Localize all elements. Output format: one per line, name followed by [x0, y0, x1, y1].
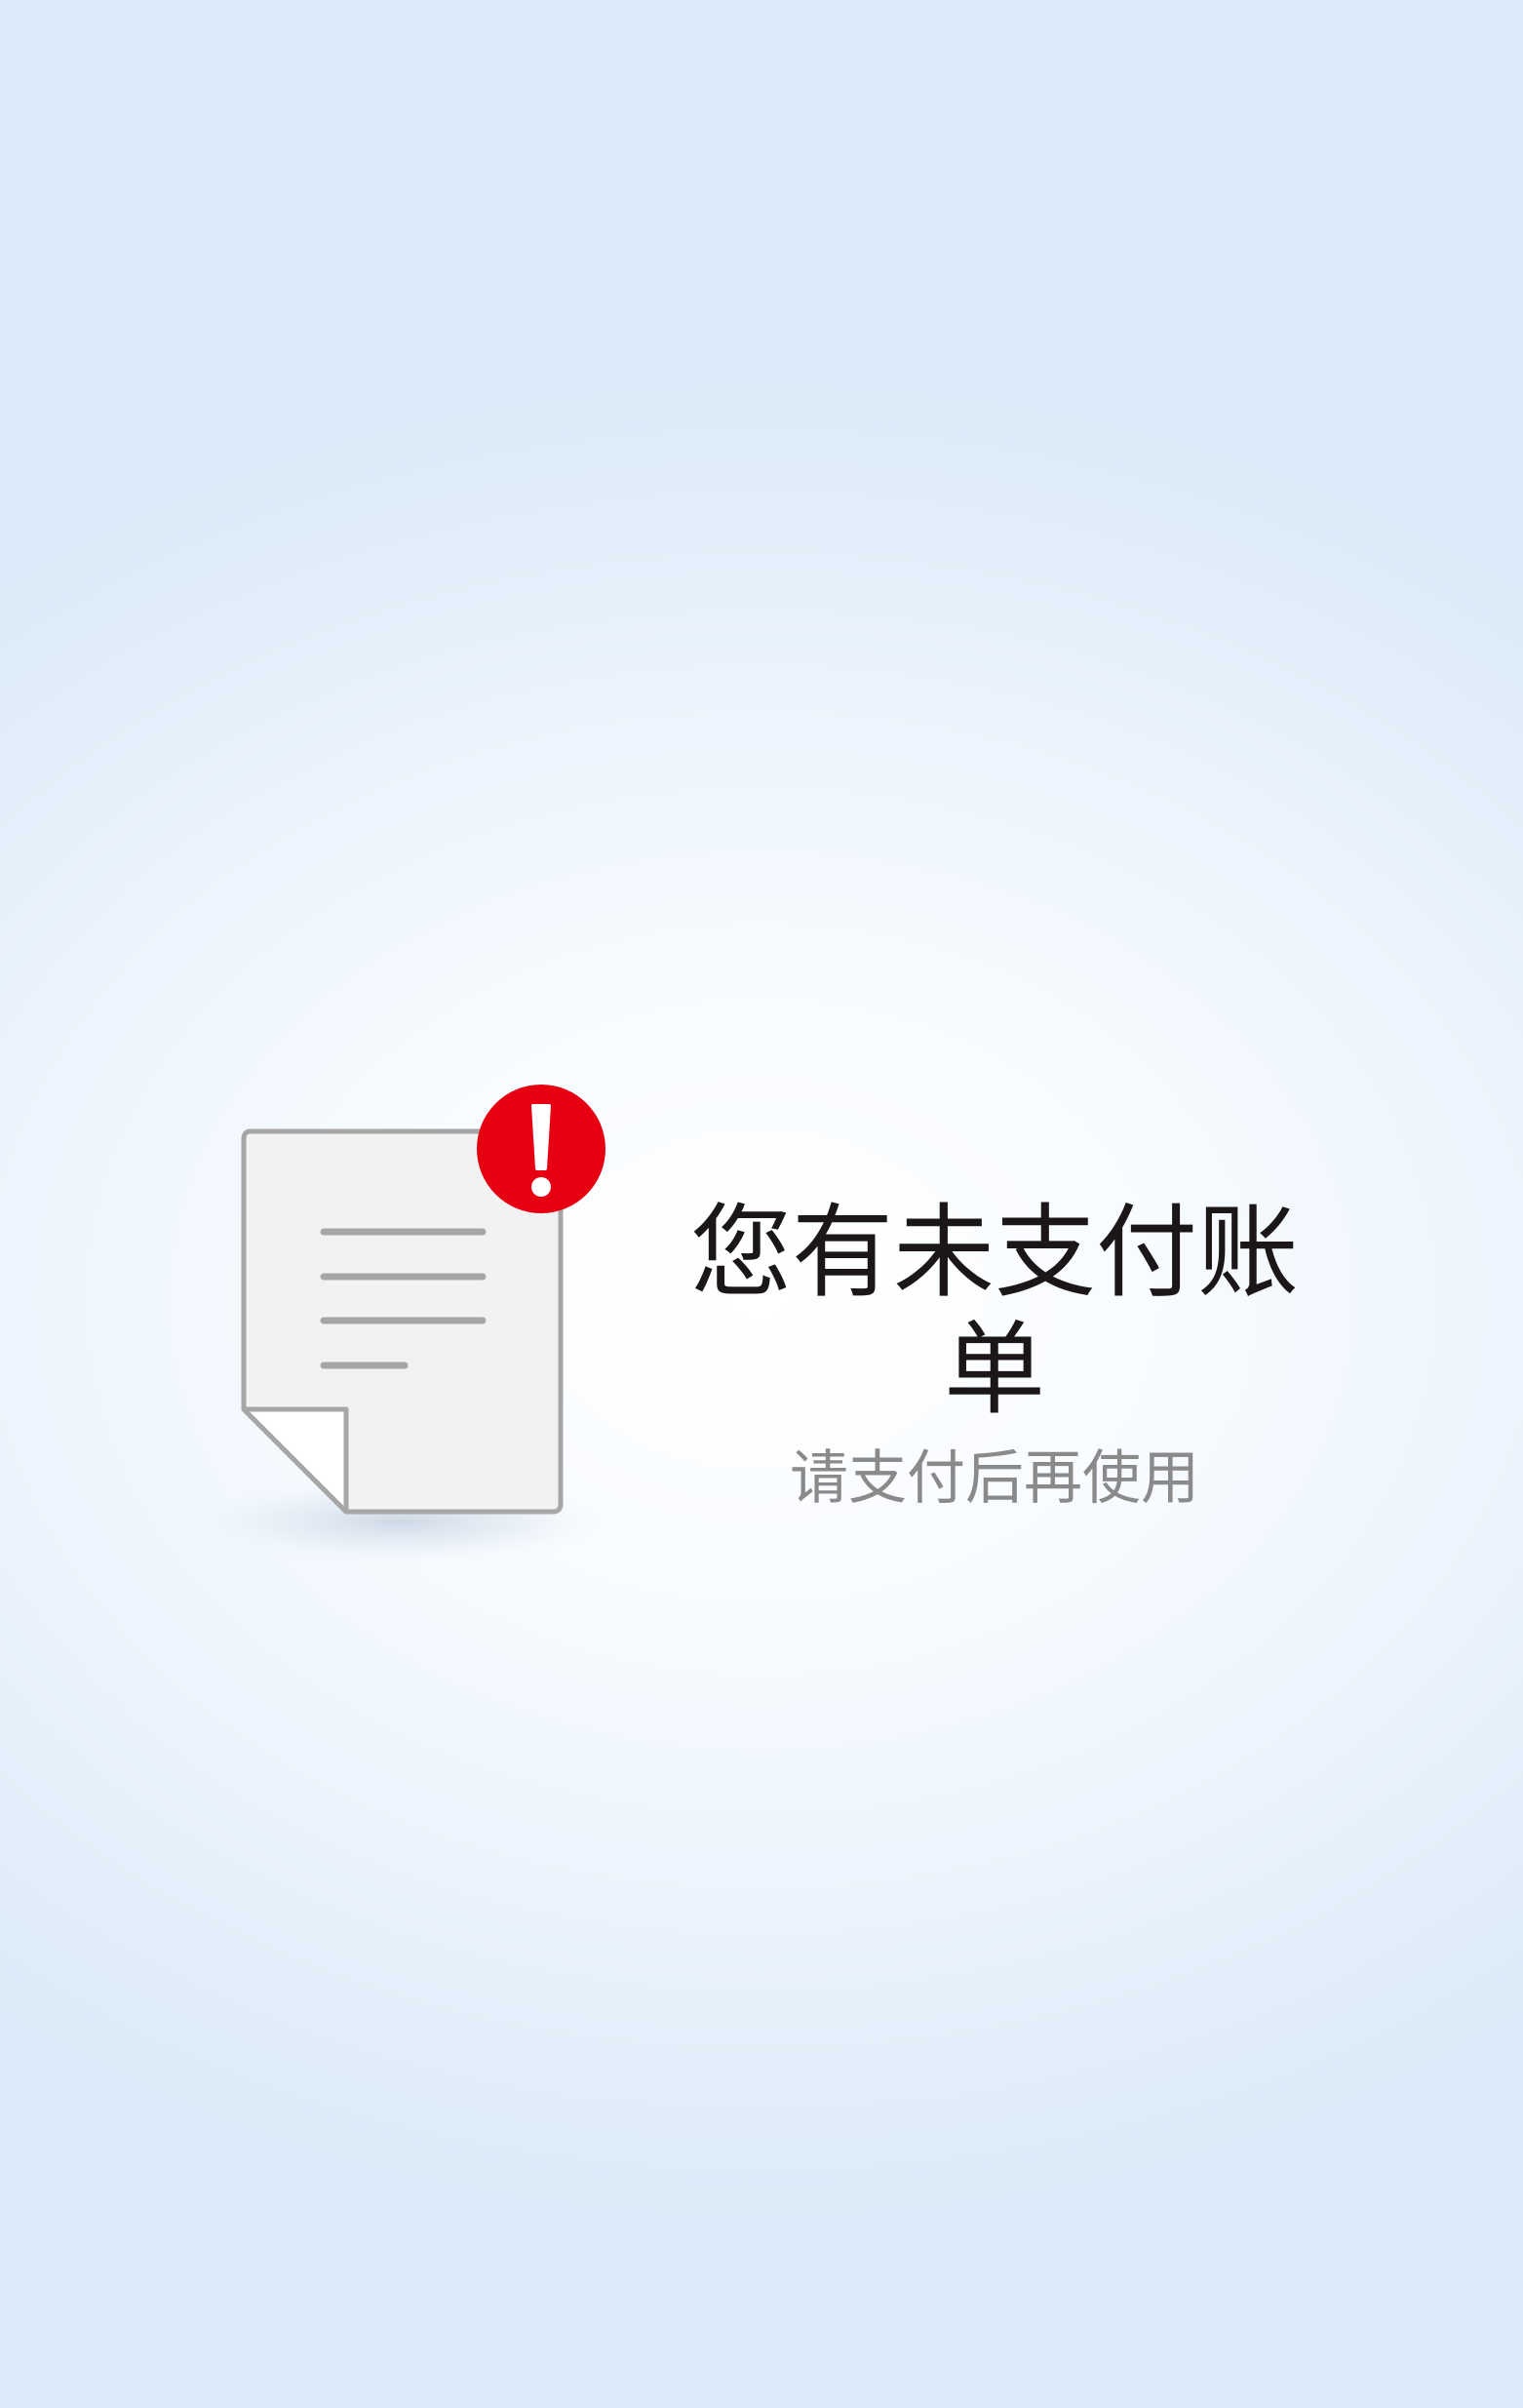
exclamation-alert-icon — [477, 1085, 605, 1213]
unpaid-bill-illustration — [205, 1063, 653, 1570]
notice-text-block: 您有未支付账单 请支付后再使用 — [644, 1193, 1346, 1514]
unpaid-bill-screen: 您有未支付账单 请支付后再使用 — [0, 0, 1523, 2408]
document-illustration — [205, 1085, 605, 1562]
notice-subtitle: 请支付后再使用 — [790, 1444, 1199, 1514]
notice-title: 您有未支付账单 — [689, 1193, 1299, 1429]
